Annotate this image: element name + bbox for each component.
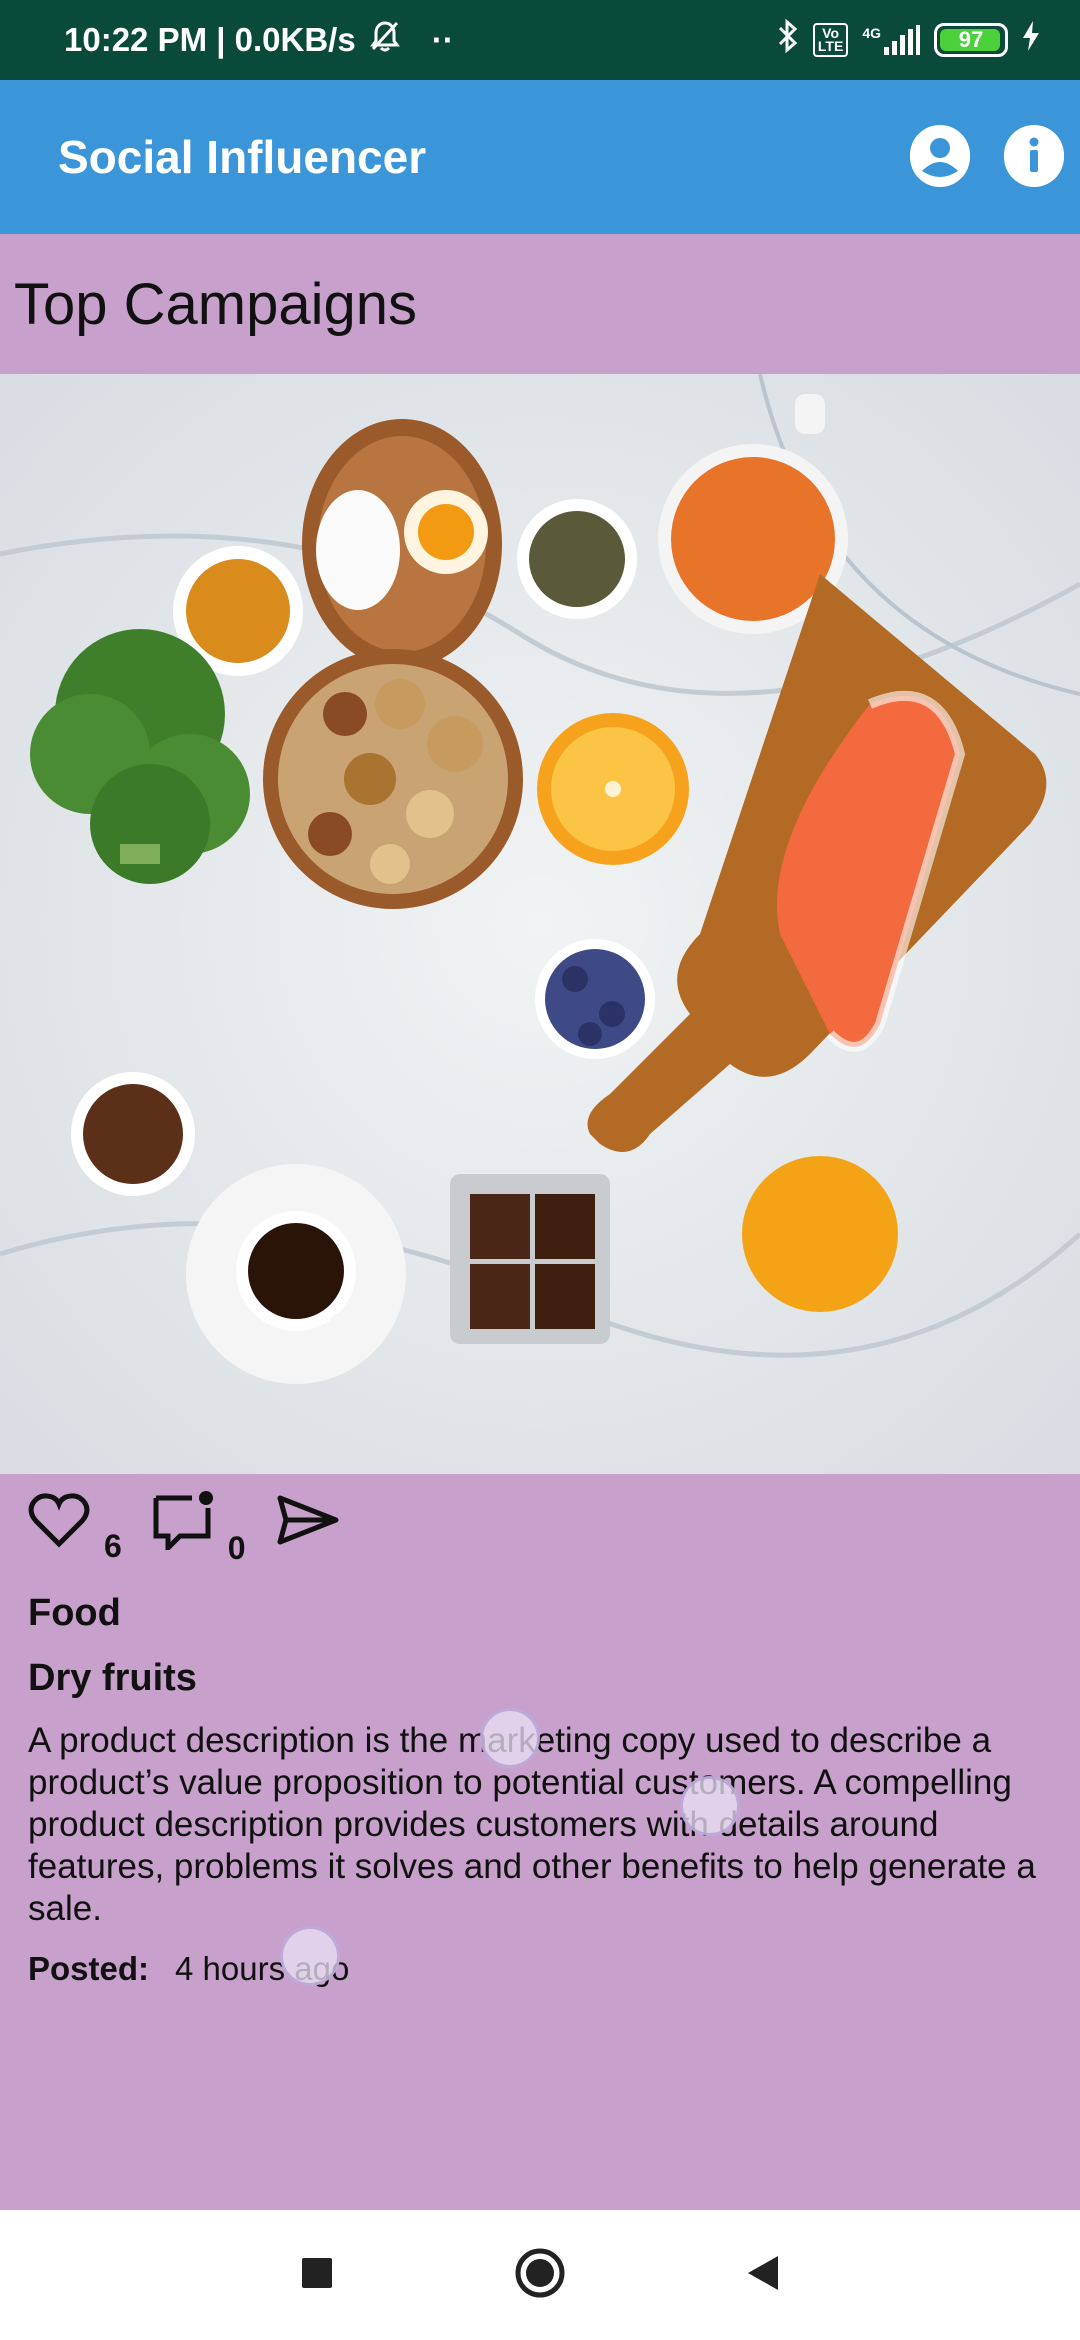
share-stat <box>276 1494 340 1551</box>
product-description: A product description is the marketing c… <box>28 1721 1036 1928</box>
account-icon <box>910 124 970 190</box>
section-title: Top Campaigns <box>14 271 417 337</box>
like-count: 6 <box>104 1527 122 1564</box>
posted-row: Posted: 4 hours ago <box>28 1950 1052 1988</box>
app-actions <box>910 124 1064 190</box>
system-nav-bar <box>0 2210 1080 2340</box>
comment-icon[interactable] <box>152 1490 214 1555</box>
more-dots-icon: ·· <box>431 21 454 58</box>
info-button[interactable] <box>1004 124 1064 190</box>
status-bar: 10:22 PM | 0.0KB/s ·· Vo LTE 4G 97 <box>0 0 1080 80</box>
square-icon <box>302 2257 332 2288</box>
like-icon[interactable] <box>28 1492 90 1553</box>
bell-muted-icon <box>369 20 400 60</box>
send-icon[interactable] <box>276 1494 340 1551</box>
comment-count: 0 <box>227 1529 246 1566</box>
campaign-card-body: 6 0 Food Dry fruits A product descriptio… <box>0 1474 1080 2210</box>
network-type-label: 4G <box>862 25 881 41</box>
posted-label: Posted: <box>28 1950 150 1987</box>
status-right: Vo LTE 4G 97 <box>777 18 1040 61</box>
account-button[interactable] <box>910 124 970 190</box>
signal-icon: 4G <box>862 25 920 55</box>
back-triangle-icon <box>748 2255 778 2290</box>
posted-time: 4 hours ago <box>175 1950 350 1987</box>
status-time: 10:22 PM | 0.0KB/s <box>64 21 356 58</box>
section-header: Top Campaigns <box>0 234 1080 374</box>
app-title: Social Influencer <box>58 131 427 183</box>
app-bar: Social Influencer <box>0 80 1080 234</box>
campaign-category: Food <box>28 1592 121 1634</box>
campaign-image[interactable] <box>0 374 1080 1474</box>
engagement-row: 6 0 <box>28 1474 1052 1570</box>
back-button[interactable] <box>746 2254 780 2297</box>
volte-icon: Vo LTE <box>812 23 849 57</box>
bluetooth-icon <box>777 18 799 61</box>
info-icon <box>1004 124 1064 190</box>
status-left: 10:22 PM | 0.0KB/s ·· <box>64 20 454 60</box>
charging-icon <box>1022 21 1040 59</box>
battery-level: 97 <box>958 27 984 52</box>
campaign-illustration <box>0 374 1080 1474</box>
home-circle-icon <box>515 2248 565 2297</box>
comment-stat: 0 <box>152 1490 246 1566</box>
home-button[interactable] <box>514 2247 566 2304</box>
like-stat: 6 <box>28 1492 122 1564</box>
recents-button[interactable] <box>300 2256 334 2295</box>
battery-icon: 97 <box>934 23 1008 57</box>
product-title: Dry fruits <box>28 1657 197 1699</box>
